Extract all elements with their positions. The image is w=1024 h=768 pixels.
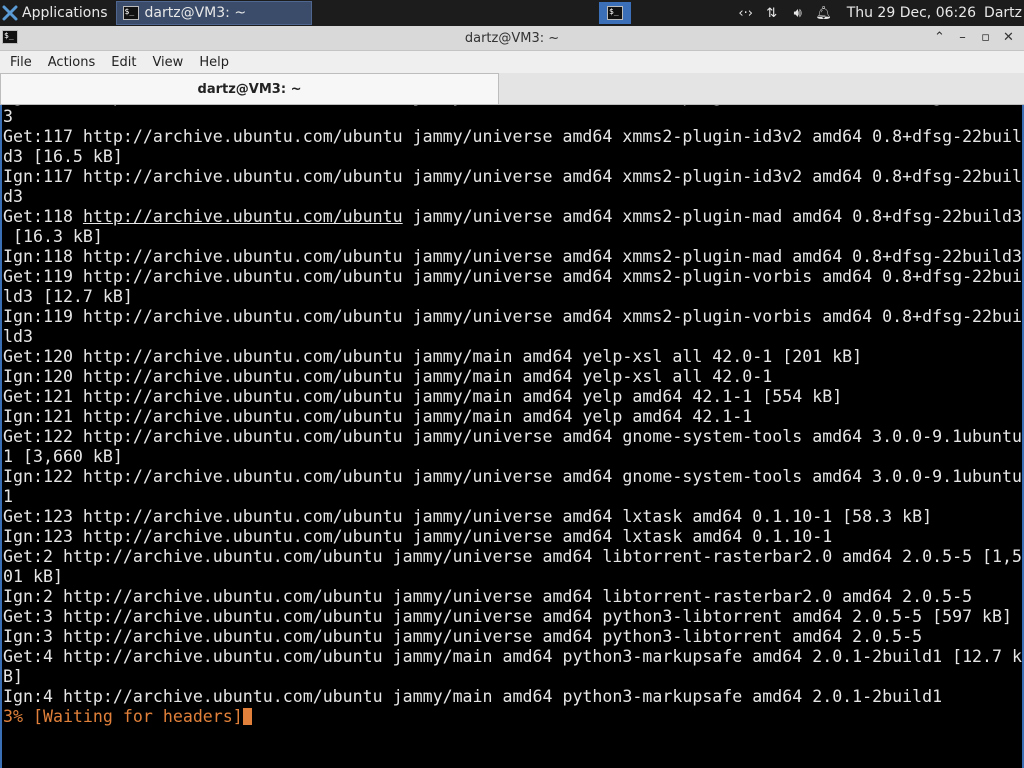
close-button[interactable]: ✕ bbox=[997, 28, 1020, 48]
terminal-line: Get:4 http://archive.ubuntu.com/ubuntu j… bbox=[3, 647, 1023, 666]
terminal-line: Ign:118 http://archive.ubuntu.com/ubuntu… bbox=[3, 247, 1023, 266]
terminal-line: Get:2 http://archive.ubuntu.com/ubuntu j… bbox=[3, 547, 1023, 566]
applications-label: Applications bbox=[22, 5, 108, 21]
menu-help[interactable]: Help bbox=[191, 55, 237, 70]
notification-bell-icon[interactable]: 🔔︎ bbox=[811, 6, 837, 21]
terminal-line: Get:122 http://archive.ubuntu.com/ubuntu… bbox=[3, 427, 1023, 446]
terminal-line: Ign:123 http://archive.ubuntu.com/ubuntu… bbox=[3, 527, 833, 546]
maximize-button[interactable]: ▫ bbox=[974, 28, 997, 48]
terminal-line: Ign:3 http://archive.ubuntu.com/ubuntu j… bbox=[3, 627, 923, 646]
menu-edit[interactable]: Edit bbox=[103, 55, 144, 70]
status-text: 3% [Waiting for headers] bbox=[3, 707, 243, 726]
terminal-line: B] bbox=[3, 667, 23, 686]
terminal-line: Get:3 http://archive.ubuntu.com/ubuntu j… bbox=[3, 607, 1013, 626]
menu-view[interactable]: View bbox=[144, 55, 191, 70]
terminal-cursor bbox=[242, 708, 252, 725]
volume-icon[interactable]: 🔊︎ bbox=[785, 6, 811, 21]
terminal-line: Ign:122 http://archive.ubuntu.com/ubuntu… bbox=[3, 467, 1023, 486]
terminal-line: Get:121 http://archive.ubuntu.com/ubuntu… bbox=[3, 387, 843, 406]
terminal-line: Get:120 http://archive.ubuntu.com/ubuntu… bbox=[3, 347, 863, 366]
window-controls: ⌃ – ▫ ✕ bbox=[928, 28, 1020, 48]
terminal-line: ld3 bbox=[3, 327, 33, 346]
terminal-line: d3 [16.5 kB] bbox=[3, 147, 123, 166]
terminal-output[interactable]: 3 [14.9 kB]Ign:116 http://archive.ubuntu… bbox=[0, 105, 1024, 768]
menu-actions[interactable]: Actions bbox=[40, 55, 104, 70]
clock[interactable]: Thu 29 Dec, 06:26 bbox=[847, 5, 976, 21]
terminal-line: Get:118 http://archive.ubuntu.com/ubuntu… bbox=[3, 207, 1023, 226]
terminal-window: $_ dartz@VM3: ~ ⌃ – ▫ ✕ File Actions Edi… bbox=[0, 26, 1024, 768]
window-titlebar[interactable]: $_ dartz@VM3: ~ ⌃ – ▫ ✕ bbox=[0, 26, 1024, 51]
terminal-line: 01 kB] bbox=[3, 567, 63, 586]
terminal-line: Ign:120 http://archive.ubuntu.com/ubuntu… bbox=[3, 367, 773, 386]
system-tray: ‹·› ⇅ 🔊︎ 🔔︎ Thu 29 Dec, 06:26 Dartz bbox=[733, 0, 1024, 26]
network-icon[interactable]: ‹·› bbox=[733, 6, 759, 21]
minimize-button[interactable]: – bbox=[951, 28, 974, 48]
terminal-line: 1 bbox=[3, 487, 13, 506]
terminal-line: Ign:117 http://archive.ubuntu.com/ubuntu… bbox=[3, 167, 1023, 186]
applications-menu-button[interactable]: Applications bbox=[0, 0, 112, 26]
xfce-logo-icon bbox=[2, 5, 18, 21]
terminal-icon: $_ bbox=[2, 30, 18, 44]
terminal-line: Ign:121 http://archive.ubuntu.com/ubuntu… bbox=[3, 407, 753, 426]
menu-file[interactable]: File bbox=[2, 55, 40, 70]
menu-bar: File Actions Edit View Help bbox=[0, 51, 1024, 73]
terminal-icon: $_ bbox=[122, 6, 139, 20]
terminal-icon: $_ bbox=[607, 6, 623, 20]
terminal-line: Get:119 http://archive.ubuntu.com/ubuntu… bbox=[3, 267, 1023, 286]
terminal-line: Get:117 http://archive.ubuntu.com/ubuntu… bbox=[3, 127, 1023, 146]
hovered-link[interactable]: http://archive.ubuntu.com/ubuntu bbox=[83, 207, 403, 226]
tab-terminal[interactable]: dartz@VM3: ~ bbox=[0, 73, 499, 104]
terminal-line: Ign:2 http://archive.ubuntu.com/ubuntu j… bbox=[3, 587, 973, 606]
terminal-line: ld3 [12.7 kB] bbox=[3, 287, 133, 306]
user-menu[interactable]: Dartz bbox=[984, 5, 1022, 21]
taskbar-terminal-label: dartz@VM3: ~ bbox=[144, 5, 247, 21]
terminal-line: 1 [3,660 kB] bbox=[3, 447, 123, 466]
terminal-line: Get:123 http://archive.ubuntu.com/ubuntu… bbox=[3, 507, 933, 526]
window-title: dartz@VM3: ~ bbox=[464, 30, 560, 46]
top-panel: Applications $_ dartz@VM3: ~ $_ ‹·› ⇅ 🔊︎… bbox=[0, 0, 1024, 26]
chevron-up-icon[interactable]: ⌃ bbox=[928, 28, 951, 48]
terminal-line: d3 bbox=[3, 187, 23, 206]
terminal-lines: 3 [14.9 kB]Ign:116 http://archive.ubuntu… bbox=[3, 105, 1023, 767]
tab-bar: dartz@VM3: ~ bbox=[0, 73, 1024, 105]
terminal-line: Ign:4 http://archive.ubuntu.com/ubuntu j… bbox=[3, 687, 943, 706]
workspace-switcher-button[interactable]: $_ bbox=[599, 2, 631, 24]
terminal-line: [16.3 kB] bbox=[3, 227, 103, 246]
terminal-status-line: 3% [Waiting for headers] bbox=[3, 707, 1022, 727]
terminal-line: Ign:119 http://archive.ubuntu.com/ubuntu… bbox=[3, 307, 1023, 326]
terminal-line: Ign:116 http://archive.ubuntu.com/ubuntu… bbox=[3, 105, 1022, 107]
transfer-icon[interactable]: ⇅ bbox=[759, 6, 785, 21]
taskbar-terminal-button[interactable]: $_ dartz@VM3: ~ bbox=[115, 1, 312, 25]
terminal-line: 3 bbox=[3, 107, 13, 126]
